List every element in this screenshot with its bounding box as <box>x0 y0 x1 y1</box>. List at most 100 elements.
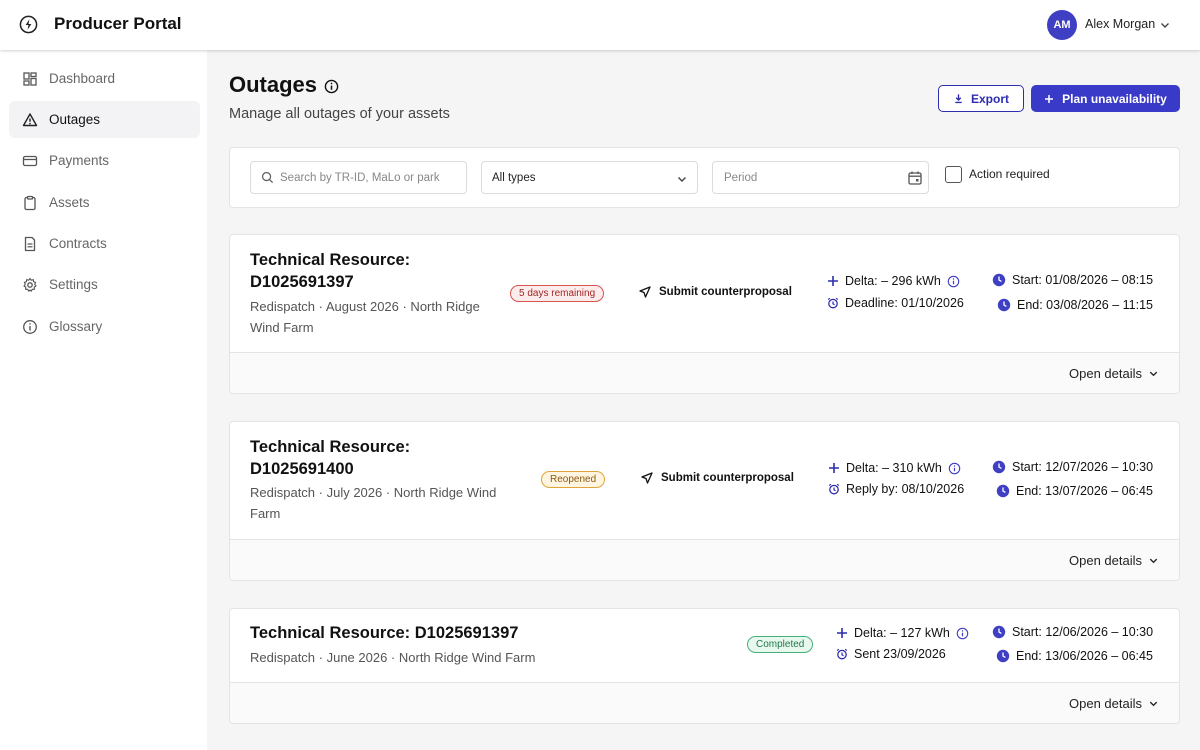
send-icon <box>641 472 653 484</box>
page-subtitle: Manage all outages of your assets <box>229 106 450 122</box>
end-time: End: 13/06/2026 – 06:45 <box>996 649 1153 663</box>
outage-meta-line: Wind Farm <box>250 320 314 335</box>
outage-meta: Redispatch · August 2026 · North Ridge W… <box>250 296 480 338</box>
chevron-down-icon <box>1149 371 1158 377</box>
chevron-down-icon <box>678 177 686 182</box>
dashboard-icon <box>23 71 37 86</box>
sidebar-item-contracts[interactable]: Contracts <box>9 225 200 262</box>
chevron-down-icon[interactable] <box>1159 19 1171 31</box>
start-time: Start: 01/08/2026 – 08:15 <box>992 273 1153 287</box>
outage-title-line: D1025691400 <box>250 460 354 478</box>
export-button[interactable]: Export <box>938 85 1024 112</box>
delta-value: Delta: – 310 kWh <box>828 461 961 475</box>
delta-value: Delta: – 127 kWh <box>836 626 969 640</box>
outage-meta: Redispatch · June 2026 · North Ridge Win… <box>250 650 536 665</box>
open-details-label: Open details <box>1069 366 1142 381</box>
outage-meta-line: Redispatch · July 2026 · North Ridge Win… <box>250 485 497 500</box>
info-icon[interactable] <box>324 79 339 94</box>
alarm-clock-icon <box>836 648 848 660</box>
sidebar-item-settings[interactable]: Settings <box>9 266 200 303</box>
info-icon[interactable] <box>947 275 960 288</box>
clock-icon <box>992 273 1006 287</box>
open-details-label: Open details <box>1069 553 1142 568</box>
outage-card: Technical Resource: D1025691400 Redispat… <box>229 421 1180 581</box>
clipboard-icon <box>24 195 36 210</box>
deadline-value: Deadline: 01/10/2026 <box>827 296 964 310</box>
end-time-text: End: 03/08/2026 – 11:15 <box>1017 298 1153 312</box>
sidebar-item-payments[interactable]: Payments <box>9 142 200 179</box>
page-title: Outages <box>229 72 318 97</box>
gear-icon <box>23 277 37 292</box>
plus-icon <box>828 276 838 286</box>
action-required-label[interactable]: Action required <box>969 167 1050 181</box>
submit-counterproposal-button[interactable]: Submit counterproposal <box>639 286 792 298</box>
chevron-down-icon <box>1149 701 1158 707</box>
outage-title: Technical Resource: D1025691397 <box>250 624 519 642</box>
credit-card-icon <box>22 155 38 166</box>
outage-card: Technical Resource: D1025691397 Redispat… <box>229 234 1180 394</box>
card-footer: Open details <box>230 352 1179 393</box>
outage-meta-line: Farm <box>250 506 281 521</box>
outage-title-line: D1025691397 <box>250 273 354 291</box>
delta-text: Delta: – 127 kWh <box>854 626 950 640</box>
sidebar-item-label: Glossary <box>49 319 103 334</box>
sidebar-item-label: Payments <box>49 153 110 168</box>
open-details-button[interactable]: Open details <box>1069 696 1159 711</box>
submit-counterproposal-button[interactable]: Submit counterproposal <box>641 472 794 484</box>
document-icon <box>24 236 36 251</box>
plus-icon <box>1045 94 1054 103</box>
card-footer: Open details <box>230 539 1179 580</box>
sidebar-item-label: Settings <box>49 277 98 292</box>
card-footer: Open details <box>230 682 1179 723</box>
search-placeholder: Search by TR-ID, MaLo or park <box>280 171 440 184</box>
start-time: Start: 12/06/2026 – 10:30 <box>992 625 1153 639</box>
sidebar-item-glossary[interactable]: Glossary <box>9 308 200 345</box>
alarm-clock-icon <box>827 297 839 309</box>
clock-icon <box>996 484 1010 498</box>
app-title: Producer Portal <box>54 14 182 33</box>
open-details-button[interactable]: Open details <box>1069 553 1159 568</box>
outage-title: Technical Resource: D1025691397 <box>250 249 410 293</box>
avatar[interactable]: AM <box>1047 10 1077 40</box>
end-time-text: End: 13/07/2026 – 06:45 <box>1016 484 1153 498</box>
start-time: Start: 12/07/2026 – 10:30 <box>992 460 1153 474</box>
submit-counterproposal-label: Submit counterproposal <box>659 286 792 298</box>
end-time: End: 13/07/2026 – 06:45 <box>996 484 1153 498</box>
alarm-clock-icon <box>828 483 840 495</box>
deadline-text: Deadline: 01/10/2026 <box>845 296 964 310</box>
outage-meta: Redispatch · July 2026 · North Ridge Win… <box>250 482 496 524</box>
delta-value: Delta: – 296 kWh <box>827 274 960 288</box>
clock-icon <box>996 649 1010 663</box>
outage-title: Technical Resource: D1025691400 <box>250 436 410 480</box>
sidebar-item-assets[interactable]: Assets <box>9 184 200 221</box>
sidebar: Dashboard Outages Payments Assets Contra… <box>0 50 207 750</box>
user-name[interactable]: Alex Morgan <box>1085 17 1155 31</box>
warning-icon <box>22 112 38 126</box>
search-input[interactable]: Search by TR-ID, MaLo or park <box>250 161 467 194</box>
open-details-label: Open details <box>1069 696 1142 711</box>
plan-unavailability-button[interactable]: Plan unavailability <box>1031 85 1180 112</box>
clock-icon <box>992 460 1006 474</box>
info-icon[interactable] <box>956 627 969 640</box>
period-input[interactable]: Period <box>712 161 929 194</box>
lightning-bolt-icon[interactable] <box>19 15 38 34</box>
reply-by-text: Reply by: 08/10/2026 <box>846 482 965 496</box>
info-icon <box>23 319 37 334</box>
sidebar-item-outages[interactable]: Outages <box>9 101 200 138</box>
period-placeholder: Period <box>724 171 758 184</box>
top-bar: Producer Portal AM Alex Morgan <box>0 0 1200 50</box>
action-required-checkbox[interactable] <box>945 166 962 183</box>
sidebar-item-label: Contracts <box>49 236 107 251</box>
status-badge: Reopened <box>541 471 606 488</box>
open-details-button[interactable]: Open details <box>1069 366 1159 381</box>
sidebar-item-dashboard[interactable]: Dashboard <box>9 60 200 97</box>
status-badge: 5 days remaining <box>510 285 605 302</box>
type-select[interactable]: All types <box>481 161 698 194</box>
calendar-icon[interactable] <box>907 170 923 186</box>
reply-by-value: Reply by: 08/10/2026 <box>828 482 964 496</box>
delta-text: Delta: – 296 kWh <box>845 274 941 288</box>
download-icon <box>955 94 962 104</box>
info-icon[interactable] <box>948 462 961 475</box>
type-select-value: All types <box>492 171 536 184</box>
plus-icon <box>829 463 839 473</box>
